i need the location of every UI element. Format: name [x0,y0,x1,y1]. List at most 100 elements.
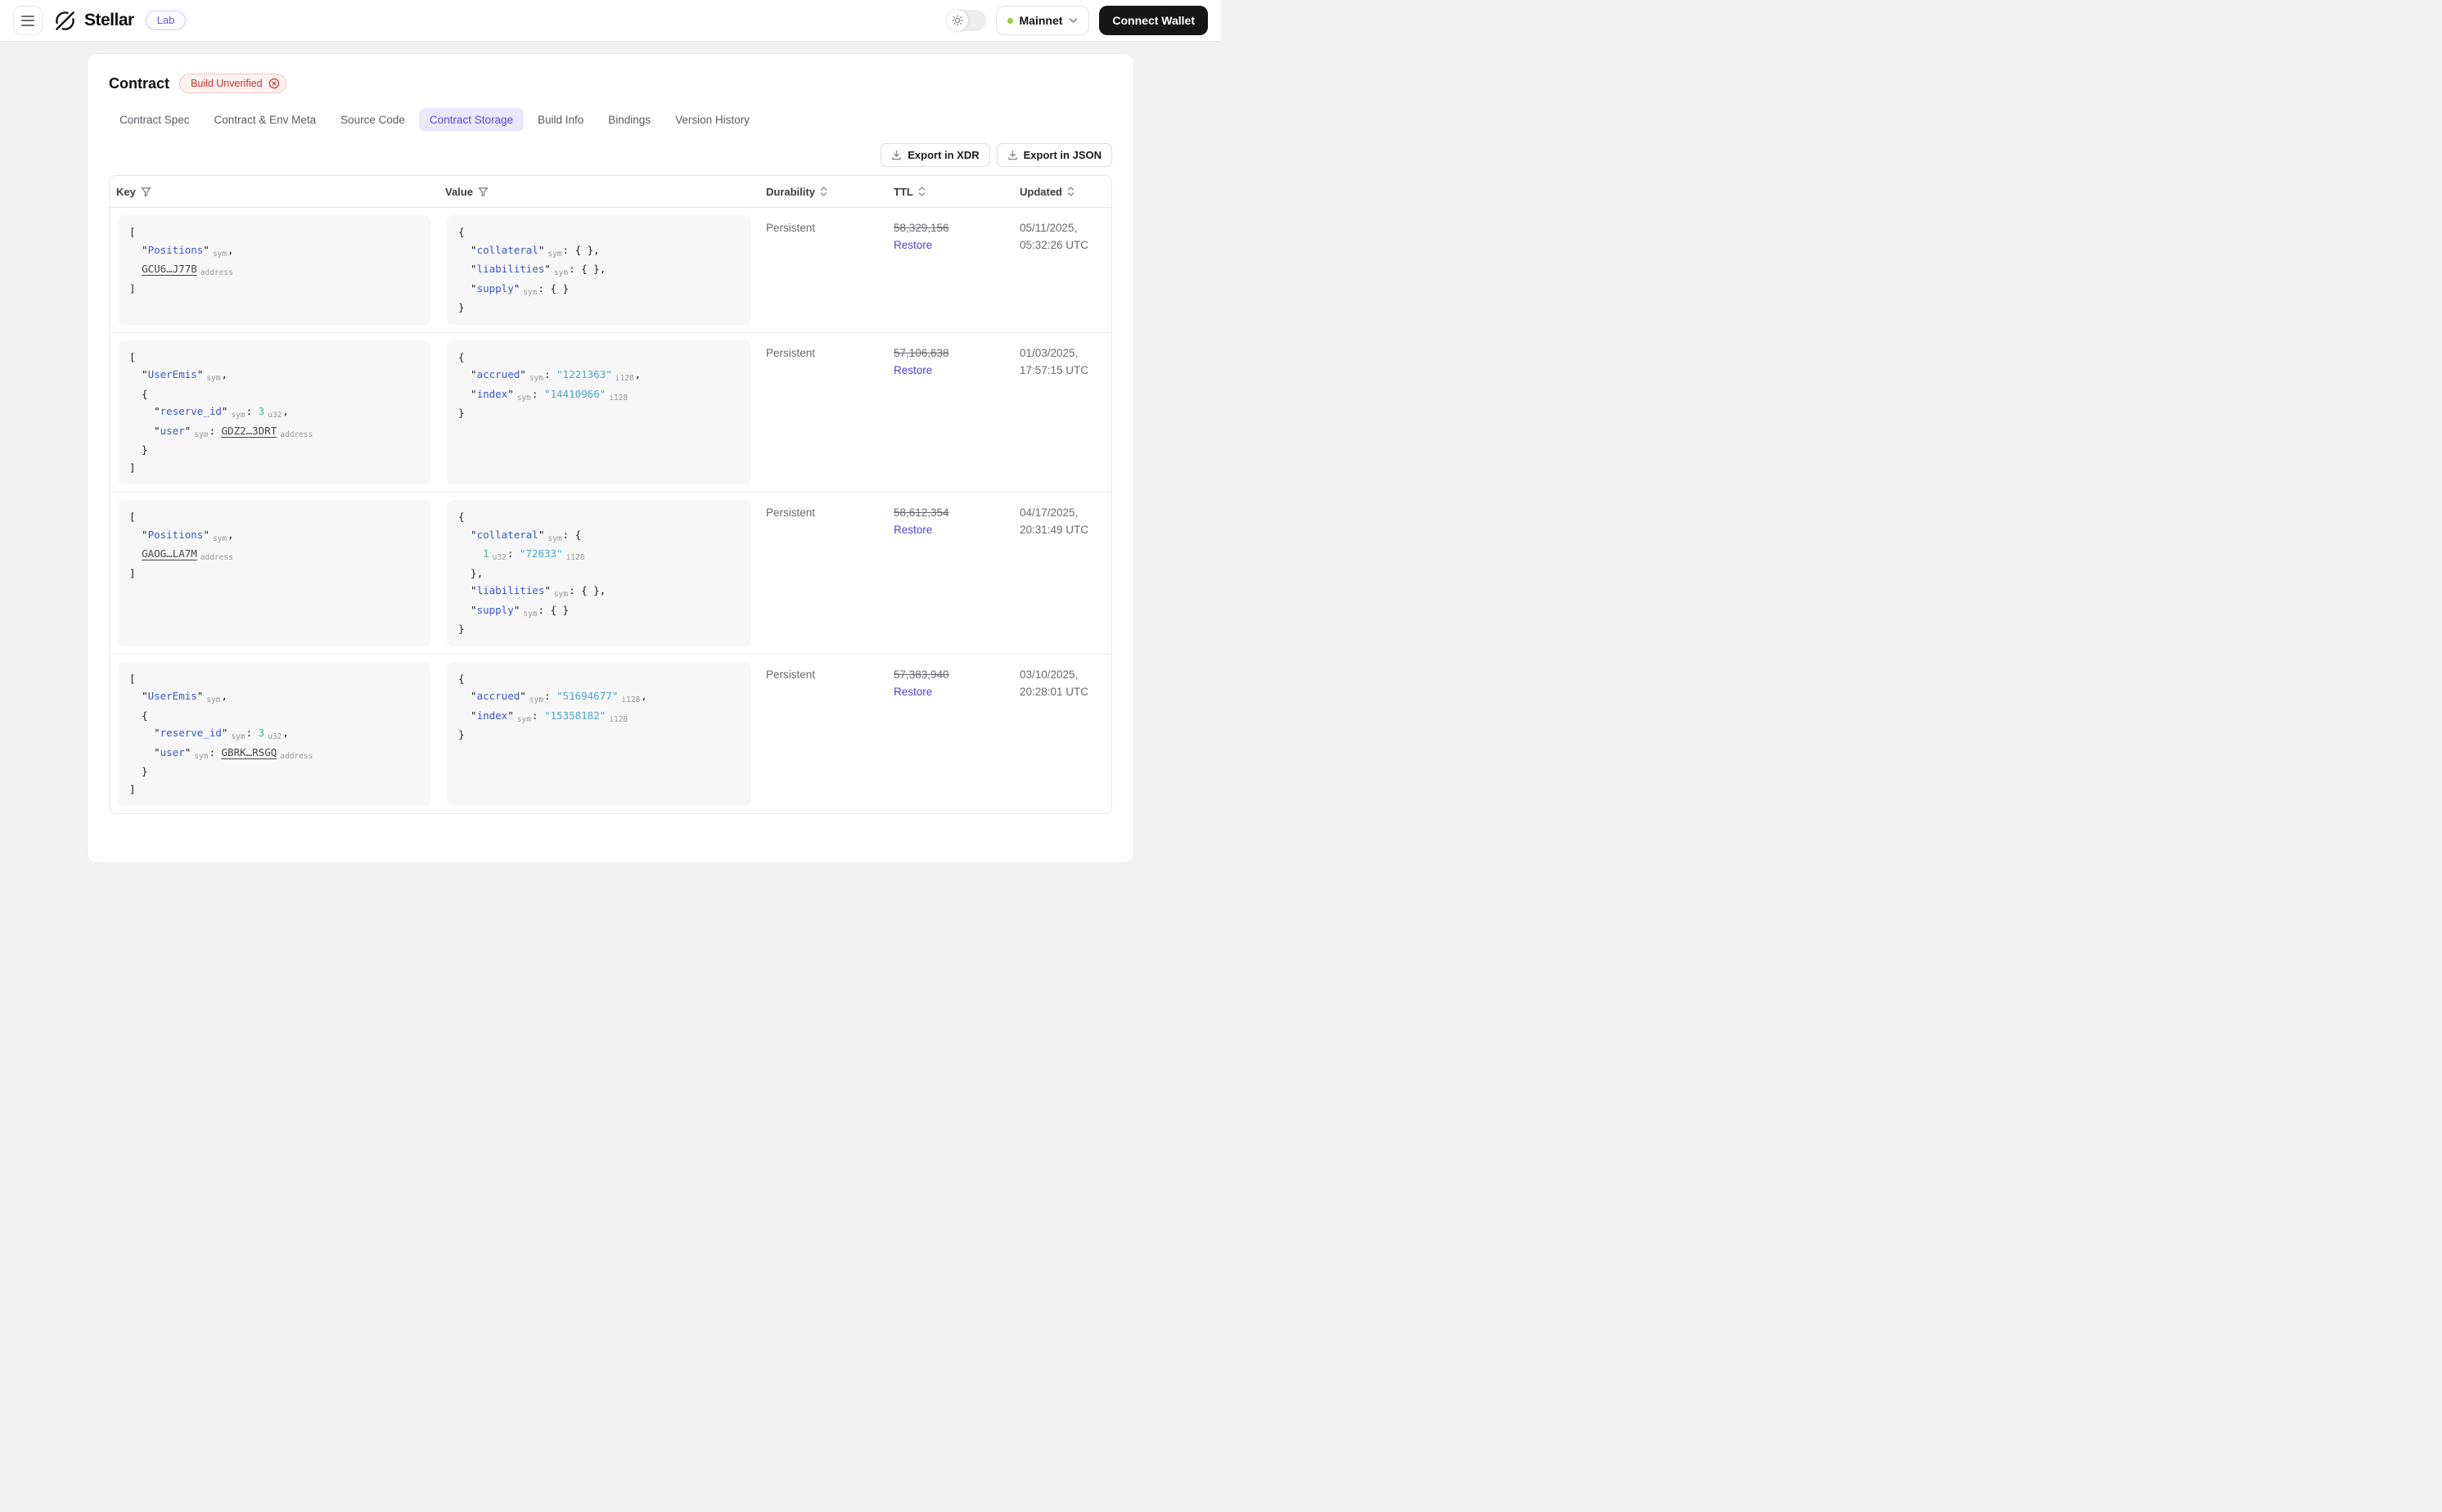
main-area: Contract Build Unverified Contract Spec … [0,42,1221,863]
code-line: } [458,301,465,313]
code-line: "Positions" sym, [129,528,234,543]
code-line: "accrued" sym: "51694677" i128, [458,690,647,704]
updated-date: 04/17/2025, [1020,506,1079,519]
ttl-value: 58,329,156 [894,222,949,234]
code-line: [ [129,350,136,363]
code-line: "reserve_id" sym: 3 u32, [129,405,289,420]
updated-cell: 03/10/2025, 20:28:01 UTC [1013,655,1111,814]
table-row: [ "Positions" sym, GAOG…LA7M address] { "c… [110,493,1111,655]
sort-icon[interactable] [820,186,827,197]
app-header: Stellar Lab Mainnet Connect Wallet [0,0,1221,42]
value-cell: { "collateral" sym: { 1 u32: "72633" i128 }… [439,493,759,654]
address-link[interactable]: GDZ2…3DRT [222,425,277,437]
brand-wordmark: Stellar [84,11,134,29]
key-code-panel: [ "Positions" sym, GCU6…J77B address] [118,215,430,325]
storage-table: Key Value Durability TTL Updated ["Posi… [109,175,1112,814]
code-line: [ [129,226,136,238]
code-line: } [129,443,148,456]
code-line: [ [129,672,136,685]
ttl-cell: 58,612,354 Restore [887,493,1013,654]
restore-link[interactable]: Restore [894,521,1007,538]
key-cell: [ "Positions" sym, GCU6…J77B address] [110,208,439,332]
updated-date: 05/11/2025, [1020,222,1078,234]
code-line: { [458,672,465,685]
tab-bindings[interactable]: Bindings [597,108,661,132]
durability-cell: Persistent [766,346,816,359]
code-line: { [129,387,148,400]
value-cell: { "accrued" sym: "51694677" i128, "index" s… [439,655,759,814]
brand[interactable]: Stellar [54,10,134,32]
updated-time: 17:57:15 UTC [1020,363,1089,376]
tab-source-code[interactable]: Source Code [330,108,416,132]
key-code-panel: [ "Positions" sym, GAOG…LA7M address] [118,500,430,646]
hamburger-button[interactable] [13,6,43,35]
code-line: "UserEmis" sym, [129,368,228,383]
build-status-label: Build Unverified [191,78,263,89]
tab-contract-env-meta[interactable]: Contract & Env Meta [204,108,327,132]
code-line: "supply" sym: { } [458,281,570,297]
restore-link[interactable]: Restore [894,683,1007,700]
ttl-value: 57,106,638 [894,346,949,359]
table-row: [ "UserEmis" sym, { "reserve_id" sym: 3 u32… [110,333,1111,493]
updated-cell: 01/03/2025, 17:57:15 UTC [1013,333,1111,493]
value-code-panel: { "collateral" sym: { 1 u32: "72633" i128 }… [447,500,751,646]
code-line: 1 u32: "72633" i128 [483,547,585,562]
filter-icon[interactable] [141,187,151,197]
tab-contract-storage[interactable]: Contract Storage [418,108,524,132]
code-line: { [458,350,465,363]
restore-link[interactable]: Restore [894,236,1007,254]
address-link[interactable]: GBRK…RSGQ [222,746,277,758]
key-cell: [ "UserEmis" sym, { "reserve_id" sym: 3 u32… [110,655,439,814]
tab-contract-spec[interactable]: Contract Spec [109,108,200,132]
value-cell: { "accrued" sym: "1221363" i128, "index" sy… [439,333,759,493]
column-header-updated: Updated [1013,186,1111,198]
key-code-panel: [ "UserEmis" sym, { "reserve_id" sym: 3 u32… [118,661,430,806]
sort-icon[interactable] [918,186,926,197]
restore-link[interactable]: Restore [894,362,1007,379]
code-line: } [129,765,148,777]
value-cell: { "collateral" sym: { }, "liabilities" sym… [439,208,759,332]
storage-table-body: [ "Positions" sym, GCU6…J77B address] { "c… [110,208,1111,813]
code-line: "liabilities" sym: { }, [458,263,606,277]
network-select[interactable]: Mainnet [995,6,1090,35]
export-json-button[interactable]: Export in JSON [996,143,1112,167]
code-line: } [458,623,465,635]
filter-icon[interactable] [478,187,489,197]
storage-table-header: Key Value Durability TTL Updated [110,176,1111,208]
build-status-badge[interactable]: Build Unverified [179,74,286,93]
theme-toggle[interactable] [946,10,986,31]
download-icon [1007,150,1018,160]
key-code-panel: [ "UserEmis" sym, { "reserve_id" sym: 3 u32… [118,340,430,484]
code-line: { [129,709,148,722]
export-xdr-button[interactable]: Export in XDR [881,143,990,167]
code-line: GAOG…LA7M address [142,547,233,562]
sort-icon[interactable] [1067,186,1075,197]
value-code-panel: { "accrued" sym: "51694677" i128, "index" s… [447,661,751,806]
code-line: ] [129,782,136,795]
connect-wallet-button[interactable]: Connect Wallet [1099,6,1208,35]
network-status-dot [1007,17,1013,24]
updated-time: 20:31:49 UTC [1020,524,1089,536]
code-line: "collateral" sym: { }, [458,243,600,259]
value-code-panel: { "accrued" sym: "1221363" i128, "index" sy… [447,340,751,484]
code-line: } [458,728,465,740]
address-link[interactable]: GAOG…LA7M [142,547,197,560]
code-line: "user" sym: GDZ2…3DRT address [129,424,313,439]
sun-icon [951,15,963,26]
code-line: "liabilities" sym: { }, [458,584,606,599]
content-card: Contract Build Unverified Contract Spec … [87,53,1134,863]
tab-bar: Contract Spec Contract & Env Meta Source… [109,108,1112,132]
export-xdr-label: Export in XDR [908,149,980,161]
updated-cell: 04/17/2025, 20:31:49 UTC [1013,493,1111,654]
tab-build-info[interactable]: Build Info [527,108,594,132]
code-line: [ [129,511,136,523]
code-line: "accrued" sym: "1221363" i128, [458,368,642,383]
code-line: "collateral" sym: { [458,528,582,543]
address-link[interactable]: GCU6…J77B [142,263,197,275]
tab-version-history[interactable]: Version History [665,108,760,132]
durability-cell: Persistent [766,668,816,681]
code-line: ] [129,281,136,295]
key-cell: [ "UserEmis" sym, { "reserve_id" sym: 3 u32… [110,333,439,493]
code-line: { [458,226,465,238]
hamburger-icon [21,15,34,26]
